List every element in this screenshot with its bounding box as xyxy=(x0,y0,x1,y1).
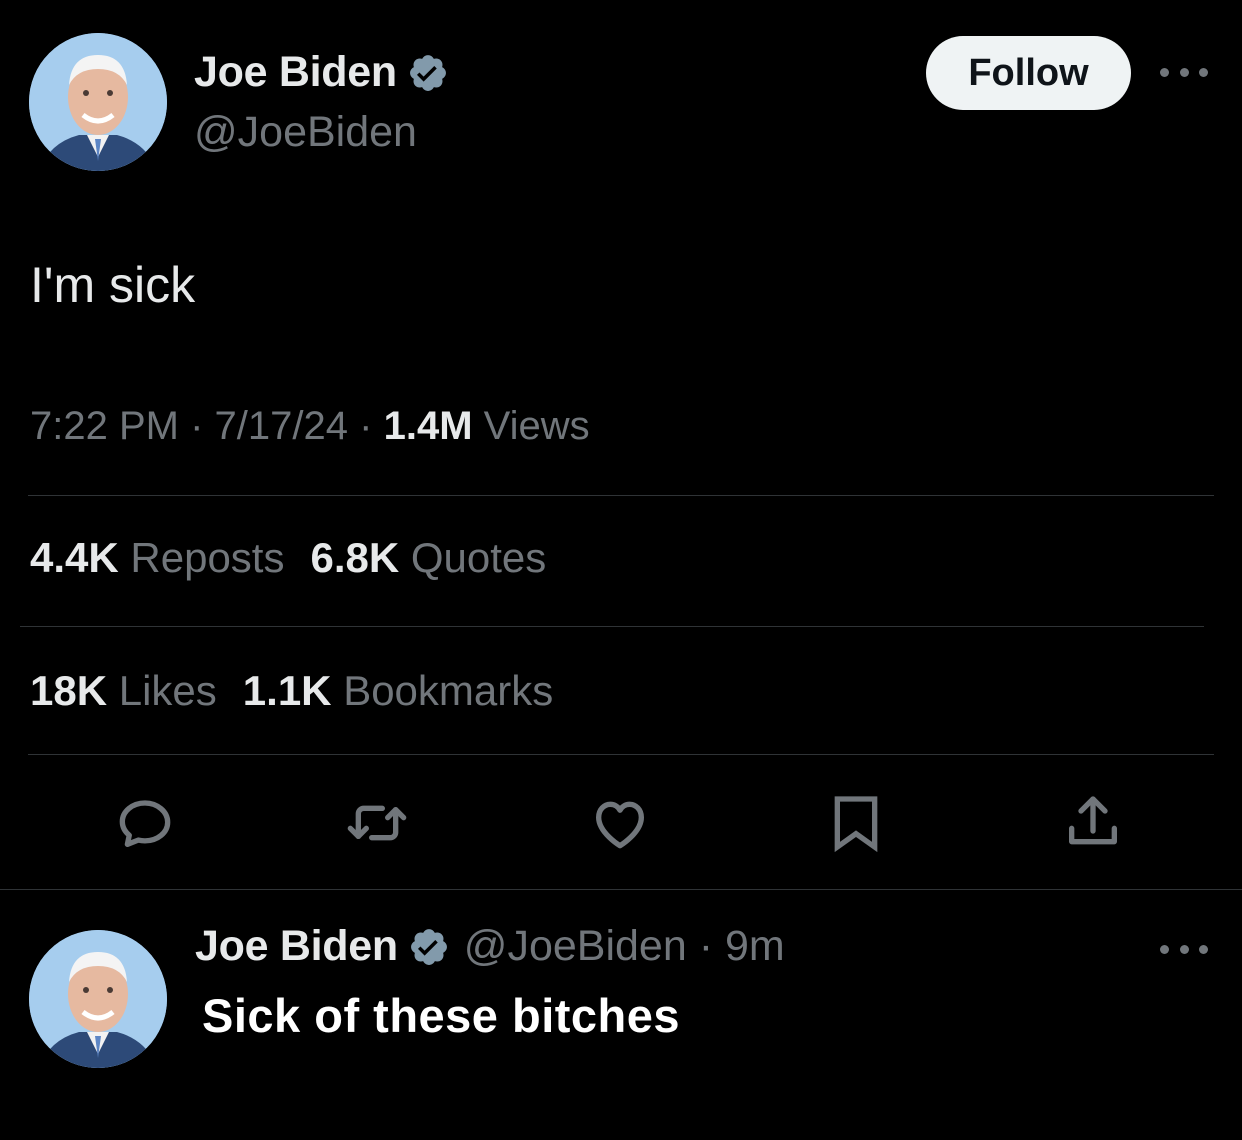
verified-badge-icon xyxy=(409,54,446,91)
reply-icon xyxy=(119,800,171,847)
reply-button[interactable] xyxy=(110,788,180,858)
author-handle[interactable]: @JoeBiden xyxy=(194,108,417,157)
author-name[interactable]: Joe Biden xyxy=(194,48,397,97)
reply-age: 9m xyxy=(725,922,785,970)
tweet-actions-bar xyxy=(0,788,1242,858)
reply-author-handle[interactable]: @JoeBiden · 9m xyxy=(464,922,785,971)
divider xyxy=(20,626,1204,627)
reply-text: Sick of these bitches xyxy=(202,989,681,1042)
reply-more-options-icon[interactable] xyxy=(1160,942,1208,956)
tweet-date[interactable]: 7/17/24 xyxy=(215,404,348,448)
reply-author-name[interactable]: Joe Biden xyxy=(195,922,398,971)
avatar-photo xyxy=(29,33,167,171)
meta-separator: · xyxy=(190,404,204,448)
tweet-time[interactable]: 7:22 PM xyxy=(30,404,179,448)
reply-header: Joe Biden @JoeBiden · 9m xyxy=(195,922,785,971)
views-count[interactable]: 1.4M xyxy=(384,404,473,448)
bookmarks-label[interactable]: Bookmarks xyxy=(343,667,553,714)
avatar[interactable] xyxy=(29,33,167,171)
likes-count[interactable]: 18K xyxy=(30,667,107,714)
reposts-quotes-stats: 4.4K Reposts 6.8K Quotes xyxy=(30,534,546,582)
divider xyxy=(28,754,1214,755)
likes-label[interactable]: Likes xyxy=(119,667,217,714)
reply-avatar[interactable] xyxy=(29,930,167,1068)
bookmark-icon xyxy=(834,796,878,853)
section-divider xyxy=(0,889,1242,890)
divider xyxy=(28,495,1214,496)
more-options-icon[interactable] xyxy=(1160,65,1208,79)
bookmarks-count[interactable]: 1.1K xyxy=(243,667,332,714)
reposts-count[interactable]: 4.4K xyxy=(30,534,119,581)
like-button[interactable] xyxy=(585,788,655,858)
author-name-line: Joe Biden xyxy=(194,48,449,97)
likes-bookmarks-stats: 18K Likes 1.1K Bookmarks xyxy=(30,667,553,715)
bookmark-button[interactable] xyxy=(821,788,891,858)
follow-button[interactable]: Follow xyxy=(926,36,1131,110)
meta-separator: · xyxy=(359,404,373,448)
repost-icon xyxy=(347,805,407,841)
verified-badge-icon xyxy=(410,928,447,965)
views-label[interactable]: Views xyxy=(484,404,590,448)
share-button[interactable] xyxy=(1058,788,1128,858)
reposts-label[interactable]: Reposts xyxy=(130,534,284,581)
share-icon xyxy=(1069,796,1117,845)
avatar-photo xyxy=(29,930,167,1068)
tweet-text: I'm sick xyxy=(30,257,196,313)
repost-button[interactable] xyxy=(342,788,412,858)
tweet-meta: 7:22 PM · 7/17/24 · 1.4M Views xyxy=(30,404,590,449)
quotes-count[interactable]: 6.8K xyxy=(310,534,399,581)
like-icon xyxy=(596,801,644,849)
quotes-label[interactable]: Quotes xyxy=(411,534,546,581)
